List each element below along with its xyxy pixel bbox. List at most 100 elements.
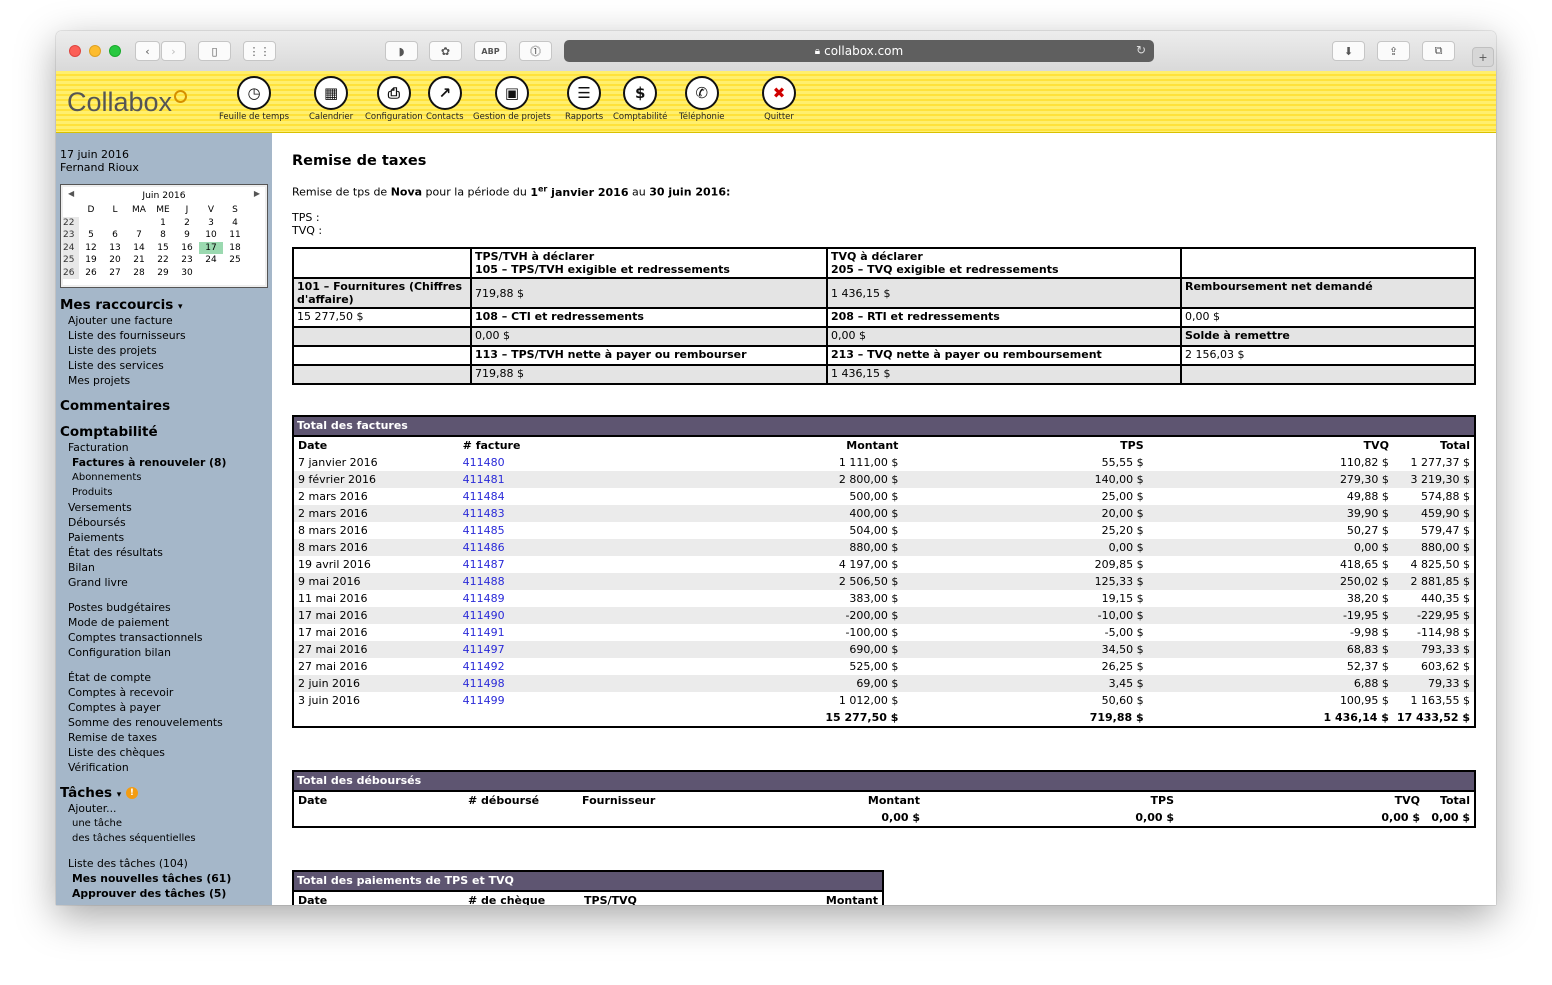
adblock-button[interactable]: ABP <box>474 41 507 61</box>
accounting-link[interactable]: État des résultats <box>68 546 163 559</box>
nav-accounting[interactable]: $ Comptabilité <box>613 76 667 122</box>
invoice-link[interactable]: 411486 <box>458 539 599 556</box>
calendar-day[interactable]: 5 <box>79 229 103 242</box>
calendar-day[interactable]: 19 <box>79 254 103 267</box>
calendar-day[interactable]: 7 <box>127 229 151 242</box>
calendar-day[interactable]: 28 <box>127 267 151 280</box>
calendar-day[interactable]: 22 <box>151 254 175 267</box>
calendar-day[interactable]: 3 <box>199 217 223 230</box>
accounting-link[interactable]: Liste des chèques <box>68 746 165 759</box>
subscriptions-link[interactable]: Abonnements <box>72 472 142 483</box>
calendar-day[interactable]: 23 <box>175 254 199 267</box>
downloads-button[interactable]: ⬇ <box>1332 41 1365 61</box>
accounting-link[interactable]: Grand livre <box>68 576 128 589</box>
nav-clock[interactable]: ◷ Feuille de temps <box>219 76 289 122</box>
back-button[interactable]: ‹ <box>135 41 160 61</box>
invoice-link[interactable]: 411481 <box>458 471 599 488</box>
calendar-day[interactable]: 26 <box>79 267 103 280</box>
calendar-day[interactable]: 10 <box>199 229 223 242</box>
calendar-day[interactable]: 12 <box>79 242 103 255</box>
accounting-link[interactable]: Somme des renouvelements <box>68 716 223 729</box>
nav-calendar[interactable]: ▦ Calendrier <box>309 76 353 122</box>
invoice-link[interactable]: 411490 <box>458 607 599 624</box>
calendar-day[interactable]: 21 <box>127 254 151 267</box>
accounting-link[interactable]: Vérification <box>68 761 129 774</box>
calendar-day[interactable]: 16 <box>175 242 199 255</box>
shortcut-link[interactable]: Liste des projets <box>68 344 157 357</box>
sidebar-toggle-button[interactable]: ▯ <box>198 41 231 61</box>
invoice-link[interactable]: 411480 <box>459 454 599 471</box>
shortcut-link[interactable]: Ajouter une facture <box>68 314 173 327</box>
invoices-to-renew-link[interactable]: Factures à renouveler (8) <box>72 456 226 469</box>
calendar-day[interactable]: 30 <box>175 267 199 280</box>
calendar-day[interactable]: 8 <box>151 229 175 242</box>
new-tab-button[interactable]: + <box>1472 47 1494 67</box>
nav-contacts[interactable]: ↗ Contacts <box>426 76 464 122</box>
maximize-window-button[interactable] <box>109 45 121 57</box>
invoice-link[interactable]: 411489 <box>459 590 599 607</box>
accounting-link[interactable]: Déboursés <box>68 516 126 529</box>
invoice-link[interactable]: 411492 <box>459 658 599 675</box>
products-link[interactable]: Produits <box>72 487 112 498</box>
reload-icon[interactable]: ↻ <box>1136 43 1146 57</box>
top-sites-button[interactable]: ⋮⋮ <box>243 41 276 61</box>
invoice-link[interactable]: 411497 <box>458 641 599 658</box>
calendar-day[interactable]: 14 <box>127 242 151 255</box>
calendar-day[interactable]: 6 <box>103 229 127 242</box>
shortcut-link[interactable]: Liste des services <box>68 359 164 372</box>
nav-projects[interactable]: ▣ Gestion de projets <box>473 76 551 122</box>
accounting-link[interactable]: Configuration bilan <box>68 646 171 659</box>
invoice-link[interactable]: 411491 <box>459 624 599 641</box>
invoice-link[interactable]: 411487 <box>459 556 599 573</box>
add-task-link[interactable]: une tâche <box>72 818 122 829</box>
tabs-button[interactable]: ⧉ <box>1422 41 1455 61</box>
shortcut-link[interactable]: Mes projets <box>68 374 130 387</box>
calendar-day[interactable]: 25 <box>223 254 247 267</box>
facturation-link[interactable]: Facturation <box>68 441 129 454</box>
collabox-logo[interactable]: Collabox <box>67 87 188 118</box>
my-new-tasks-link[interactable]: Mes nouvelles tâches (61) <box>72 872 231 885</box>
calendar-day[interactable]: 20 <box>103 254 127 267</box>
calendar-next-icon[interactable]: ▶ <box>254 189 260 198</box>
invoice-link[interactable]: 411485 <box>459 522 599 539</box>
tasks-heading[interactable]: Tâches ▾ ! <box>60 785 138 801</box>
calendar-day[interactable]: 24 <box>199 254 223 267</box>
minimize-window-button[interactable] <box>89 45 101 57</box>
shortcut-link[interactable]: Liste des fournisseurs <box>68 329 186 342</box>
nav-phone[interactable]: ✆ Téléphonie <box>679 76 725 122</box>
add-sequential-tasks-link[interactable]: des tâches séquentielles <box>72 833 196 844</box>
invoice-link[interactable]: 411499 <box>459 692 599 709</box>
calendar-day[interactable]: 4 <box>223 217 247 230</box>
accounting-link[interactable]: Versements <box>68 501 132 514</box>
calendar-day[interactable]: 13 <box>103 242 127 255</box>
share-button[interactable]: ⇪ <box>1377 41 1410 61</box>
nav-reports[interactable]: ☰ Rapports <box>565 76 603 122</box>
calendar-day[interactable]: 9 <box>175 229 199 242</box>
invoice-link[interactable]: 411488 <box>458 573 599 590</box>
invoice-link[interactable]: 411483 <box>458 505 599 522</box>
accounting-link[interactable]: Paiements <box>68 531 124 544</box>
invoice-link[interactable]: 411484 <box>459 488 599 505</box>
calendar-day[interactable]: 1 <box>151 217 175 230</box>
forward-button[interactable]: › <box>161 41 186 61</box>
calendar-day[interactable]: 2 <box>175 217 199 230</box>
nav-quit[interactable]: ✖ Quitter <box>762 76 796 122</box>
accounting-link[interactable]: État de compte <box>68 671 151 684</box>
accounting-link[interactable]: Comptes à recevoir <box>68 686 173 699</box>
calendar-day[interactable]: 18 <box>223 242 247 255</box>
approve-tasks-link[interactable]: Approuver des tâches (5) <box>72 887 226 900</box>
calendar-day[interactable]: 15 <box>151 242 175 255</box>
pocket-button[interactable]: ◗ <box>385 41 418 61</box>
accounting-link[interactable]: Comptes à payer <box>68 701 160 714</box>
evernote-button[interactable]: ✿ <box>429 41 462 61</box>
shortcuts-heading[interactable]: Mes raccourcis ▾ <box>60 297 183 313</box>
accounting-link[interactable]: Postes budgétaires <box>68 601 171 614</box>
accounting-link[interactable]: Mode de paiement <box>68 616 169 629</box>
task-list-link[interactable]: Liste des tâches (104) <box>68 857 188 870</box>
accounting-heading[interactable]: Comptabilité <box>60 424 158 440</box>
nav-configuration[interactable]: ⎙ Configuration <box>365 76 423 122</box>
accounting-link[interactable]: Comptes transactionnels <box>68 631 203 644</box>
comments-heading[interactable]: Commentaires <box>60 398 170 414</box>
calendar-day[interactable]: 29 <box>151 267 175 280</box>
address-bar[interactable]: 🔒︎ collabox.com ↻ <box>564 40 1154 62</box>
